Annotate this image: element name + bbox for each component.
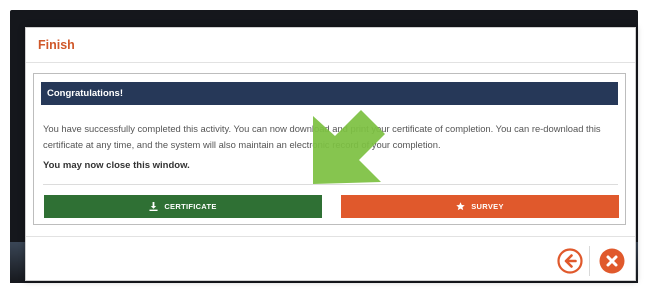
close-circle-icon (599, 248, 625, 274)
survey-button[interactable]: SURVEY (341, 195, 619, 218)
finish-dialog: Finish Congratulations! You have success… (25, 27, 636, 281)
dialog-title: Finish (38, 38, 75, 52)
arrow-left-circle-icon (557, 248, 583, 274)
star-icon (456, 202, 465, 211)
close-window-note: You may now close this window. (43, 160, 190, 171)
survey-button-label: SURVEY (471, 202, 504, 211)
banner-text: Congratulations! (47, 88, 123, 99)
footer-separator (589, 246, 590, 276)
close-button[interactable] (599, 248, 625, 274)
download-icon (149, 202, 158, 211)
dialog-footer-divider (26, 236, 635, 237)
congratulations-banner: Congratulations! (41, 82, 618, 105)
divider (43, 184, 618, 185)
completion-message: You have successfully completed this act… (43, 123, 601, 150)
back-button[interactable] (557, 248, 583, 274)
certificate-button[interactable]: CERTIFICATE (44, 195, 322, 218)
certificate-button-label: CERTIFICATE (164, 202, 217, 211)
dialog-body: Congratulations! You have successfully c… (33, 73, 626, 225)
dialog-header: Finish (26, 28, 635, 63)
